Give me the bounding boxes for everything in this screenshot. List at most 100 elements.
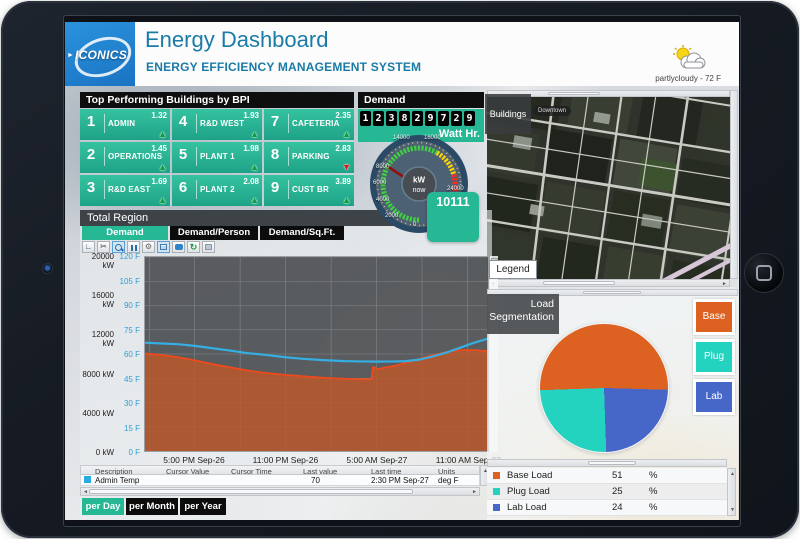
buildings-panel: Top Performing Buildings by BPI 1ADMIN1.…	[80, 92, 354, 206]
scroll-left-icon[interactable]: ◄	[83, 489, 88, 496]
y-axis-kw-tick: 8000 kW	[80, 370, 114, 379]
watt-hour-counter: 123829729	[360, 111, 475, 126]
building-tile-admin[interactable]: 1ADMIN1.32	[80, 109, 170, 140]
load-row-plug[interactable]: Plug Load 25 %	[487, 484, 727, 500]
trend-chart[interactable]	[144, 256, 489, 452]
y-axis-f-tick: 30 F	[118, 399, 140, 408]
trend-chart-plot	[145, 257, 488, 451]
gear-icon[interactable]	[142, 241, 155, 253]
front-camera	[42, 263, 53, 274]
save-icon[interactable]	[202, 241, 215, 253]
table-row[interactable]: Admin Temp 70 2:30 PM Sep-27 deg F	[80, 475, 480, 486]
demand-panel-title: Demand	[358, 92, 484, 108]
building-tile-plant-1[interactable]: 5PLANT 11.98	[172, 142, 262, 173]
sun-cloud-icon	[667, 44, 707, 72]
screen: ► ICONICS Energy Dashboard ENERGY EFFICI…	[63, 15, 741, 527]
y-axis-f-tick: 120 F	[118, 252, 140, 261]
load-segmentation-title: Load Segmentation	[487, 294, 559, 334]
y-axis-kw-tick: 16000 kW	[80, 291, 114, 309]
svg-text:now: now	[413, 187, 427, 194]
buildings-grid: 1ADMIN1.32 4R&D WEST1.93 7CAFETERIA2.35 …	[80, 109, 354, 206]
y-axis-kw-tick: 20000 kW	[80, 252, 114, 270]
load-row-base[interactable]: Base Load 51 %	[487, 468, 727, 484]
trend-up-icon	[250, 163, 259, 172]
y-axis-f-tick: 75 F	[118, 326, 140, 335]
load-row-lab[interactable]: Lab Load 24 %	[487, 500, 727, 516]
home-button-icon	[756, 265, 772, 281]
gauge-value-badge: 10111	[427, 192, 479, 242]
plug-swatch	[493, 488, 500, 495]
gauge-scale-label: 6000	[373, 180, 386, 186]
y-axis-f-tick: 15 F	[118, 424, 140, 433]
load-table-vertical-scrollbar[interactable]	[727, 468, 736, 516]
per-day-button[interactable]: per Day	[82, 498, 124, 515]
gauge-scale-label: 4000	[376, 197, 389, 203]
map-pin-label[interactable]: Downtown	[533, 106, 571, 116]
tab-demand-person[interactable]: Demand/Person	[170, 226, 258, 240]
gauge-scale-label: 0	[413, 222, 416, 228]
trend-down-icon	[342, 163, 351, 172]
iconics-logo: ► ICONICS	[65, 22, 135, 86]
trend-up-icon	[342, 196, 351, 205]
x-axis-tick: 5:00 AM Sep-27	[332, 455, 422, 465]
map-legend-button[interactable]: Legend	[489, 260, 537, 279]
y-axis-f-tick: 0 F	[118, 448, 140, 457]
calendar-icon[interactable]	[157, 241, 170, 253]
gauge-scale-label: 16000	[424, 135, 441, 141]
trend-up-icon	[158, 163, 167, 172]
trend-up-icon	[158, 130, 167, 139]
tab-demand-sqft[interactable]: Demand/Sq.Ft.	[260, 226, 344, 240]
y-axis-kw-tick: 0 kW	[80, 448, 114, 457]
total-region-title: Total Region	[80, 210, 396, 226]
home-button[interactable]	[744, 253, 784, 293]
tab-demand[interactable]: Demand	[82, 226, 168, 240]
y-axis-f-tick: 105 F	[118, 277, 140, 286]
refresh-icon[interactable]	[187, 241, 200, 253]
gauge-scale-label: 2000	[385, 213, 398, 219]
weather-widget: partlycloudy - 72 F	[605, 44, 725, 84]
buildings-layer-label[interactable]: Buildings	[485, 94, 531, 134]
scroll-right-icon[interactable]: ►	[472, 489, 477, 496]
trend-up-icon	[158, 196, 167, 205]
legend-item-base[interactable]: Base	[693, 299, 735, 335]
y-axis-f-tick: 45 F	[118, 375, 140, 384]
tablet-bezel: ► ICONICS Energy Dashboard ENERGY EFFICI…	[1, 1, 799, 538]
chart-horizontal-scrollbar[interactable]: ◄ ►	[80, 487, 480, 496]
total-region-panel: Total Region Demand Demand/Person Demand…	[80, 210, 492, 520]
base-swatch	[493, 472, 500, 479]
per-year-button[interactable]: per Year	[180, 498, 226, 515]
trend-up-icon	[250, 196, 259, 205]
load-table-scrollbar[interactable]	[487, 459, 727, 467]
legend-item-lab[interactable]: Lab	[693, 379, 735, 415]
trend-data-table: Description Cursor Value Cursor Time Las…	[80, 465, 480, 486]
svg-text:kW: kW	[413, 176, 425, 185]
trend-up-icon	[250, 130, 259, 139]
y-axis-f-tick: 90 F	[118, 301, 140, 310]
building-tile-rd-west[interactable]: 4R&D WEST1.93	[172, 109, 262, 140]
per-month-button[interactable]: per Month	[126, 498, 178, 515]
page-title: Energy Dashboard	[145, 27, 328, 53]
weather-label: partlycloudy - 72 F	[655, 74, 721, 83]
lab-swatch	[493, 504, 500, 511]
load-pie-chart[interactable]	[539, 323, 669, 453]
table-header-row: Description Cursor Value Cursor Time Las…	[80, 465, 480, 475]
load-segmentation-panel: Load Segmentation Base Plug Lab Base Loa…	[487, 289, 738, 520]
scroll-right-icon[interactable]: ►	[722, 281, 727, 288]
y-axis-kw-tick: 12000 kW	[80, 330, 114, 348]
comment-icon[interactable]	[172, 241, 185, 253]
trend-up-icon	[342, 130, 351, 139]
map-vertical-scrollbar[interactable]	[730, 90, 738, 279]
building-tile-cust-br[interactable]: 9CUST BR3.89	[264, 175, 354, 206]
series-swatch	[84, 476, 91, 483]
legend-item-plug[interactable]: Plug	[693, 339, 735, 375]
building-tile-cafeteria[interactable]: 7CAFETERIA2.35	[264, 109, 354, 140]
building-tile-rd-east[interactable]: 3R&D EAST1.69	[80, 175, 170, 206]
gauge-scale-label: 8000	[376, 164, 389, 170]
map-horizontal-scrollbar[interactable]: ◄ ►	[487, 279, 730, 287]
map-panel: Buildings Downtown Legend ◄ ►	[487, 90, 738, 287]
building-tile-plant-2[interactable]: 6PLANT 22.08	[172, 175, 262, 206]
building-tile-parking[interactable]: 8PARKING2.83	[264, 142, 354, 173]
building-tile-operations[interactable]: 2OPERATIONS1.45	[80, 142, 170, 173]
load-table: Base Load 51 % Plug Load 25 % Lab Load 2…	[487, 468, 727, 516]
page-subtitle: ENERGY EFFICIENCY MANAGEMENT SYSTEM	[146, 60, 421, 74]
